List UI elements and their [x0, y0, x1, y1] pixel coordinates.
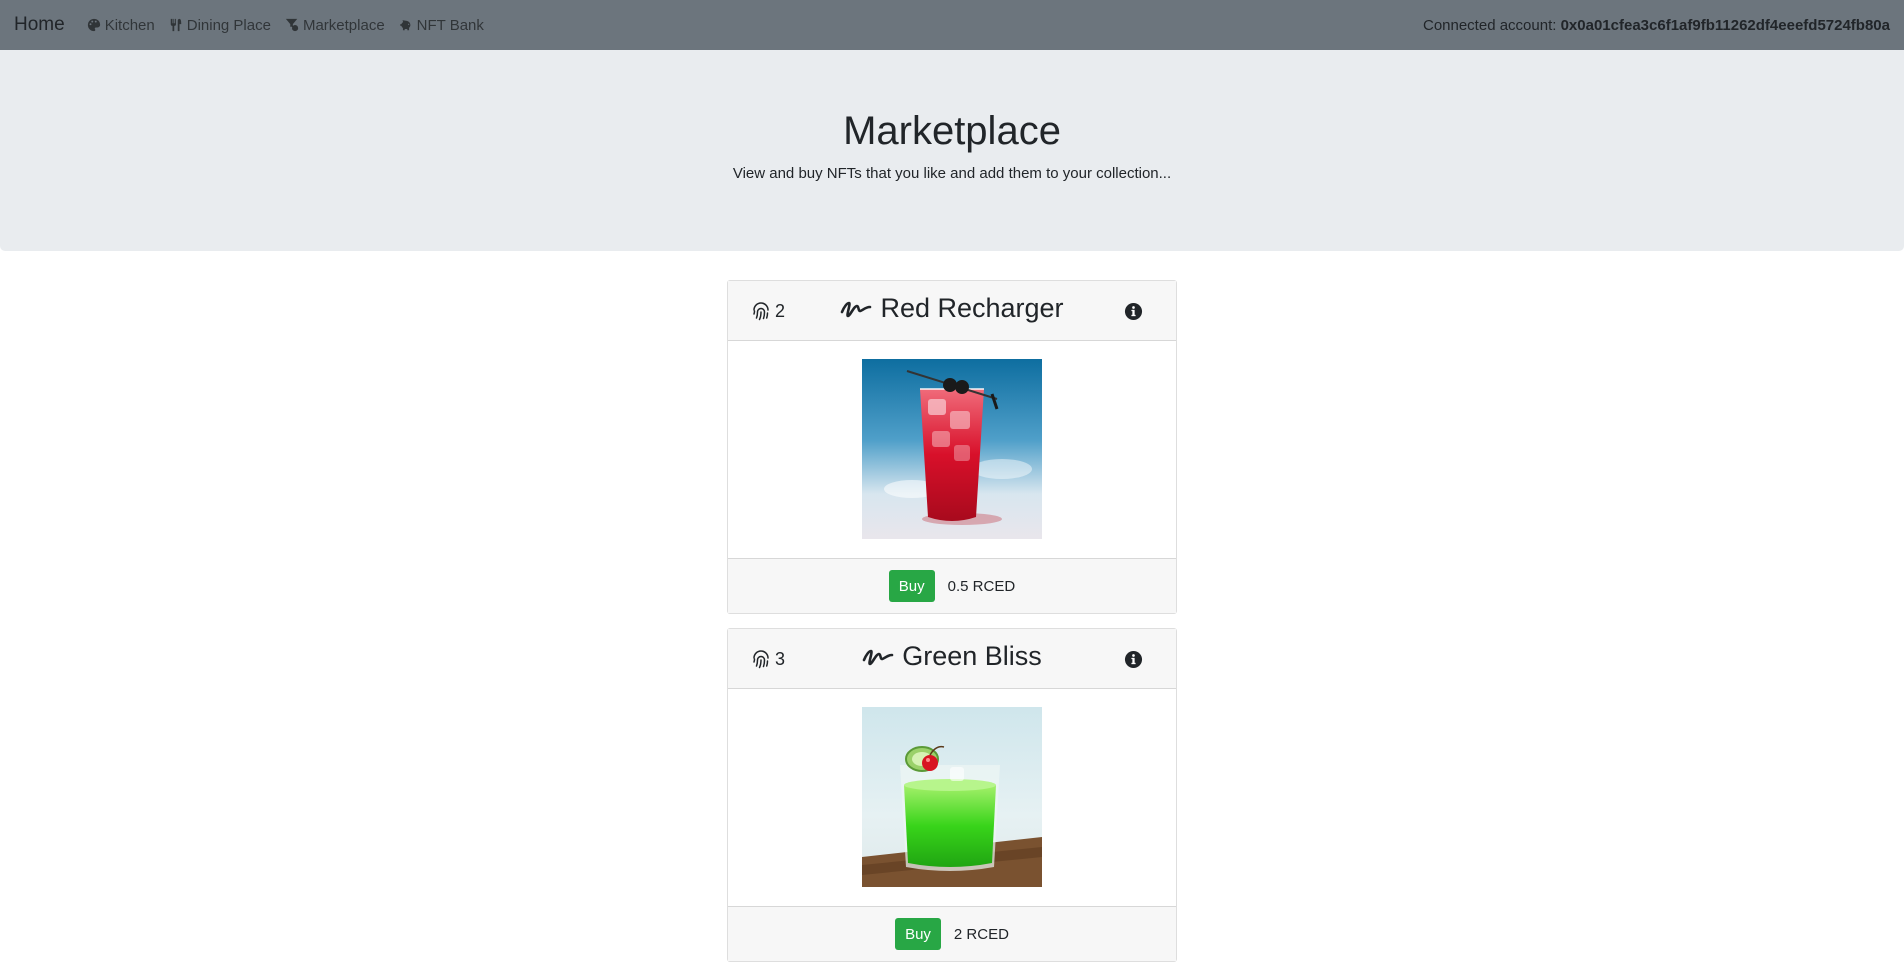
nft-price: 0.5 RCED	[947, 577, 1016, 595]
nft-title: Red Recharger	[728, 293, 1176, 324]
nft-card-body	[728, 341, 1176, 558]
account-address: 0x0a01cfea3c6f1af9fb11262df4eeefd5724fb8…	[1560, 16, 1890, 34]
buy-button[interactable]: Buy	[895, 918, 941, 950]
nft-card-header: 2 Red Recharger	[728, 281, 1176, 341]
nft-card-header: 3 Green Bliss	[728, 629, 1176, 689]
green-cocktail-image	[862, 707, 1042, 887]
navbar: Home Kitchen Dining Place Marketplace NF…	[0, 0, 1904, 50]
nav-nft-bank-label: NFT Bank	[416, 16, 484, 34]
home-link[interactable]: Home	[14, 14, 65, 36]
red-cocktail-image	[862, 359, 1042, 539]
page-title: Marketplace	[843, 109, 1061, 153]
page-subtitle: View and buy NFTs that you like and add …	[732, 165, 1172, 182]
nft-card: 2 Red Recharger Buy 0.5 RCED	[727, 280, 1177, 614]
nav-kitchen-label: Kitchen	[104, 16, 155, 34]
nav-marketplace[interactable]: Marketplace	[285, 17, 385, 34]
page-header: Marketplace View and buy NFTs that you l…	[0, 50, 1904, 251]
nav-kitchen[interactable]: Kitchen	[87, 17, 155, 34]
info-icon[interactable]	[1124, 302, 1143, 321]
nav-nft-bank[interactable]: NFT Bank	[399, 17, 484, 34]
filter-dollar-icon	[285, 18, 299, 32]
nft-title: Green Bliss	[728, 641, 1176, 672]
info-icon[interactable]	[1124, 650, 1143, 669]
nft-price: 2 RCED	[953, 925, 1009, 943]
nft-name: Green Bliss	[902, 641, 1042, 671]
signature-icon	[841, 301, 872, 317]
utensils-icon	[170, 18, 181, 32]
nft-card-body	[728, 689, 1176, 906]
nft-name: Red Recharger	[880, 293, 1064, 323]
nft-card-footer: Buy 0.5 RCED	[728, 558, 1176, 613]
account-label: Connected account:	[1422, 16, 1557, 34]
buy-button[interactable]: Buy	[888, 570, 935, 602]
connected-account: Connected account: 0x0a01cfea3c6f1af9fb1…	[1423, 17, 1890, 34]
signature-icon	[862, 649, 894, 665]
nav-marketplace-label: Marketplace	[302, 16, 385, 34]
piggy-bank-icon	[399, 20, 411, 31]
palette-icon	[87, 18, 100, 32]
nav-dining-place[interactable]: Dining Place	[169, 17, 271, 34]
nav-dining-place-label: Dining Place	[186, 16, 271, 34]
nft-card: 3 Green Bliss Buy 2 RCED	[727, 628, 1177, 962]
